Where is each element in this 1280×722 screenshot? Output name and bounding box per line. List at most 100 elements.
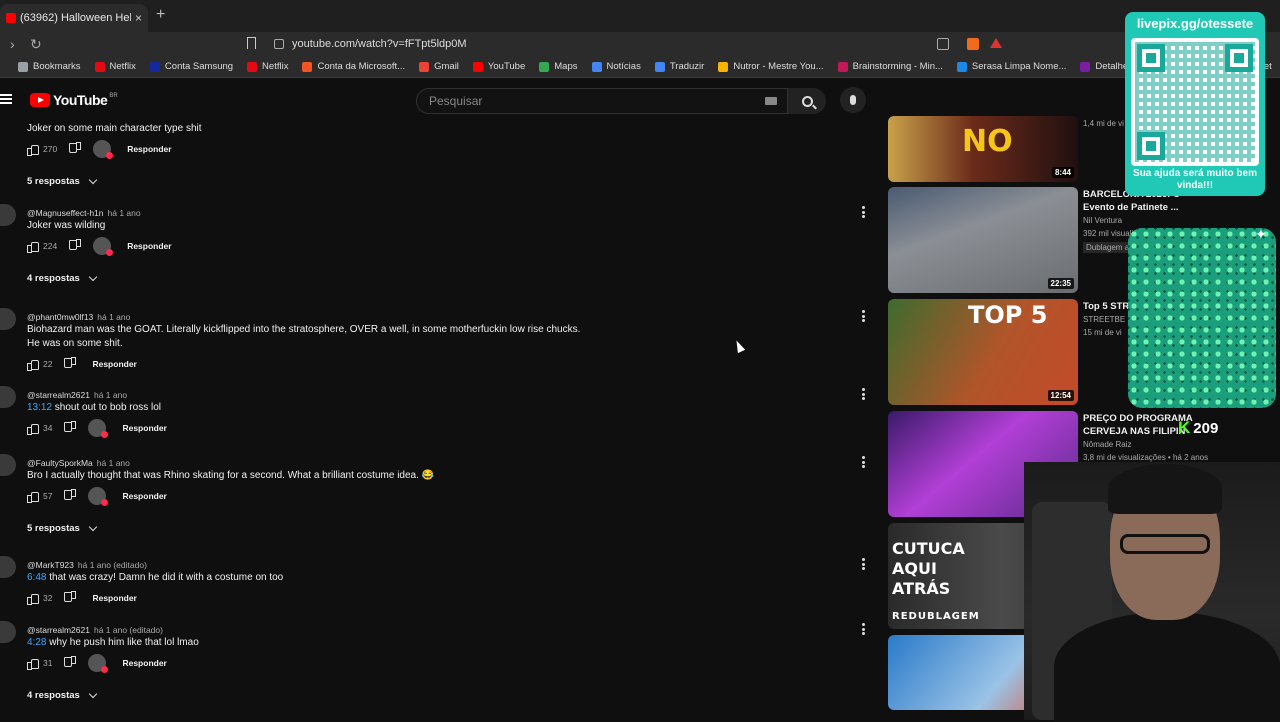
youtube-wordmark: YouTube — [53, 92, 108, 108]
brave-rewards-icon[interactable] — [990, 38, 1002, 48]
bookmark-item[interactable]: Gmail — [419, 61, 459, 72]
reply-button[interactable]: Responder — [122, 491, 166, 501]
video-channel[interactable]: STREETBE — [1083, 315, 1125, 324]
view-replies-button[interactable]: 5 respostas — [27, 175, 98, 187]
dislike-icon[interactable] — [66, 658, 76, 668]
like-icon[interactable] — [27, 241, 39, 253]
view-replies-button[interactable]: 5 respostas — [27, 522, 98, 534]
comment-author[interactable]: @FaultySporkMa — [27, 458, 93, 468]
bookmark-item[interactable]: Netflix — [94, 61, 136, 72]
commenter-avatar[interactable] — [0, 454, 16, 476]
video-channel[interactable]: Nil Ventura — [1083, 216, 1122, 225]
comment-text: Joker on some main character type shit — [27, 122, 202, 136]
comment-age[interactable]: há 1 ano (editado) — [78, 560, 147, 570]
comment-more-icon[interactable] — [862, 388, 866, 400]
comment-author[interactable]: @starrealm2621 — [27, 625, 90, 635]
reply-button[interactable]: Responder — [122, 423, 166, 433]
commenter-avatar[interactable] — [0, 386, 16, 408]
comment-header: @phant0mw0lf13 há 1 ano — [27, 312, 130, 322]
reply-button[interactable]: Responder — [127, 241, 171, 251]
comment-age[interactable]: há 1 ano (editado) — [94, 625, 163, 635]
video-thumbnail[interactable]: TOP 5 12:54 — [888, 299, 1078, 405]
reply-button[interactable]: Responder — [122, 658, 166, 668]
like-icon[interactable] — [27, 423, 39, 435]
timestamp-link[interactable]: 6:48 — [27, 572, 46, 583]
comment-age[interactable]: há 1 ano — [108, 208, 141, 218]
bookmark-label: Gmail — [434, 61, 459, 72]
commenter-avatar[interactable] — [0, 556, 16, 578]
dislike-icon[interactable] — [71, 241, 81, 251]
bookmark-item[interactable]: Nutror - Mestre You... — [718, 61, 824, 72]
timestamp-link[interactable]: 4:28 — [27, 637, 46, 648]
comment-more-icon[interactable] — [862, 206, 866, 218]
like-icon[interactable] — [27, 593, 39, 605]
forward-icon[interactable]: › — [10, 36, 15, 52]
comment-author[interactable]: @starrealm2621 — [27, 390, 90, 400]
bookmark-item[interactable]: YouTube — [472, 61, 526, 72]
voice-search-button[interactable] — [840, 87, 866, 113]
dislike-icon[interactable] — [66, 491, 76, 501]
menu-icon[interactable] — [0, 94, 12, 104]
donation-url: livepix.gg/otessete — [1136, 16, 1254, 31]
dislike-icon[interactable] — [66, 423, 76, 433]
reload-icon[interactable]: ↻ — [30, 36, 42, 53]
bookmark-star-icon[interactable] — [247, 37, 256, 49]
cast-icon[interactable] — [937, 38, 949, 50]
comment-header: @Magnuseffect-h1n há 1 ano — [27, 208, 141, 218]
like-icon[interactable] — [27, 491, 39, 503]
browser-tab[interactable]: (63962) Halloween Hellbomb 20 × — [0, 4, 148, 32]
commenter-avatar[interactable] — [0, 621, 16, 643]
bookmark-item[interactable]: Conta Samsung — [149, 61, 233, 72]
bookmark-item[interactable]: Brainstorming - Min... — [837, 61, 943, 72]
comment-age[interactable]: há 1 ano — [97, 458, 130, 468]
comment-age[interactable]: há 1 ano — [97, 312, 130, 322]
comment-more-icon[interactable] — [862, 310, 866, 322]
comment-more-icon[interactable] — [862, 623, 866, 635]
dislike-icon[interactable] — [66, 593, 76, 603]
dislike-icon[interactable] — [71, 144, 81, 154]
search-input[interactable]: Pesquisar — [416, 88, 788, 114]
comment-author[interactable]: @Magnuseffect-h1n — [27, 208, 104, 218]
view-replies-button[interactable]: 4 respostas — [27, 689, 98, 701]
reply-button[interactable]: Responder — [92, 593, 136, 603]
bookmark-item[interactable]: Serasa Limpa Nome... — [956, 61, 1066, 72]
comment-more-icon[interactable] — [862, 558, 866, 570]
url-field[interactable]: youtube.com/watch?v=fFTpt5ldp0M — [268, 35, 1018, 53]
video-thumbnail[interactable]: NO 8:44 — [888, 116, 1078, 182]
bookmark-item[interactable]: Bookmarks — [18, 61, 81, 72]
brave-shield-icon[interactable] — [967, 38, 979, 50]
like-icon[interactable] — [27, 144, 39, 156]
video-thumbnail[interactable]: 22:35 — [888, 187, 1078, 293]
view-replies-button[interactable]: 4 respostas — [27, 272, 98, 284]
youtube-logo[interactable]: YouTube BR — [30, 92, 118, 108]
comment-author[interactable]: @MarkT923 — [27, 560, 74, 570]
comment-age[interactable]: há 1 ano — [94, 390, 127, 400]
commenter-avatar[interactable] — [0, 204, 16, 226]
video-channel[interactable]: Nômade Raiz — [1083, 440, 1131, 449]
search-button[interactable] — [788, 88, 826, 114]
keyboard-icon[interactable] — [765, 97, 777, 105]
bookmark-item[interactable]: Netflix — [247, 61, 288, 72]
timestamp-link[interactable]: 13:12 — [27, 402, 52, 413]
bookmark-label: Traduzir — [669, 61, 705, 72]
video-views: 15 mi de vi — [1083, 328, 1122, 337]
new-tab-button[interactable]: + — [156, 6, 165, 24]
reply-button[interactable]: Responder — [127, 144, 171, 154]
bookmark-label: YouTube — [487, 61, 526, 72]
bookmark-item[interactable]: Traduzir — [654, 61, 705, 72]
tab-close-icon[interactable]: × — [135, 11, 142, 25]
comment-author[interactable]: @phant0mw0lf13 — [27, 312, 93, 322]
site-info-icon[interactable] — [274, 39, 284, 49]
comment-more-icon[interactable] — [862, 456, 866, 468]
comment-header: @FaultySporkMa há 1 ano — [27, 458, 130, 468]
commenter-avatar[interactable] — [0, 308, 16, 330]
bookmark-item[interactable]: Notícias — [591, 61, 641, 72]
comment-text: 4:28 why he push him like that lol lmao — [27, 636, 199, 650]
bookmark-item[interactable]: Conta da Microsoft... — [302, 61, 405, 72]
search-icon — [801, 95, 813, 107]
bookmark-item[interactable]: Maps — [539, 61, 578, 72]
like-icon[interactable] — [27, 359, 39, 371]
like-icon[interactable] — [27, 658, 39, 670]
reply-button[interactable]: Responder — [92, 359, 136, 369]
dislike-icon[interactable] — [66, 359, 76, 369]
